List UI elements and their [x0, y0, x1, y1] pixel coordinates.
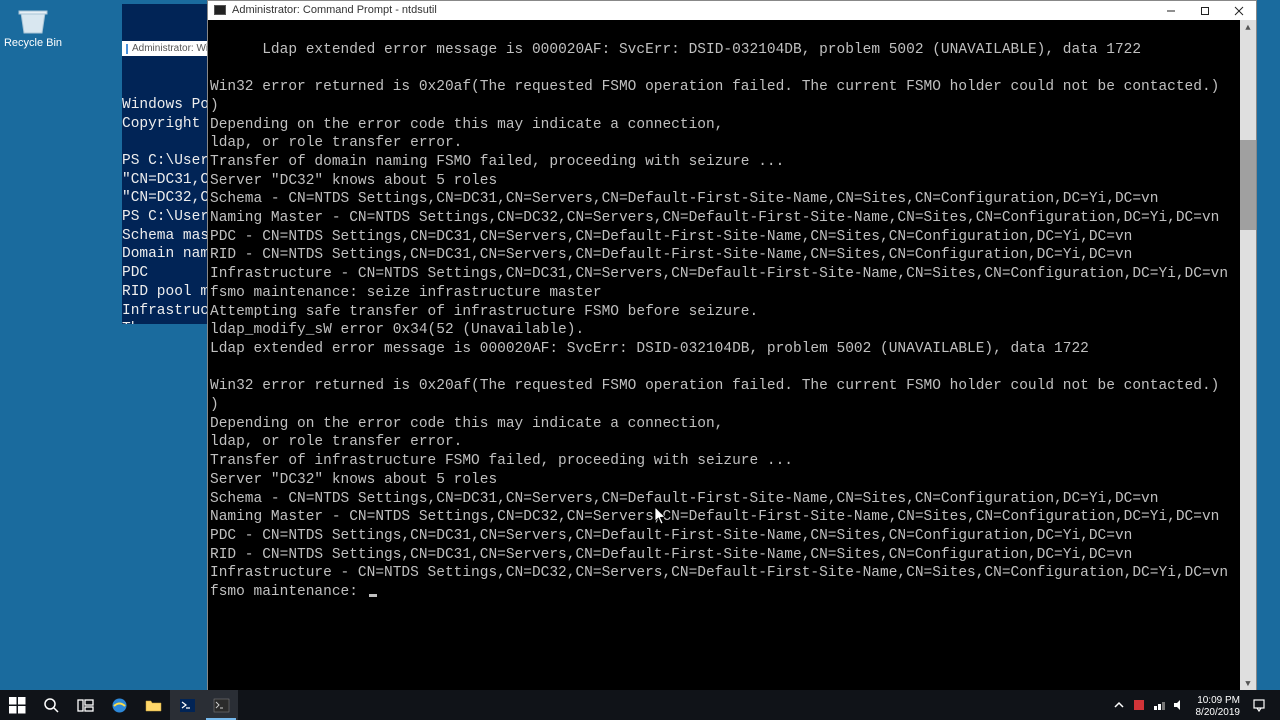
cmd-body[interactable]: Ldap extended error message is 000020AF:…: [208, 20, 1256, 692]
cmd-prompt: fsmo maintenance:: [210, 584, 367, 600]
taskbar-ie[interactable]: [102, 690, 136, 720]
scrollbar-thumb[interactable]: [1240, 140, 1256, 230]
powershell-icon: [126, 44, 128, 54]
cmd-title: Administrator: Command Prompt - ntdsutil: [232, 1, 437, 20]
cursor: [369, 594, 377, 597]
task-view-button[interactable]: [68, 690, 102, 720]
scrollbar-up-button[interactable]: ▲: [1240, 20, 1256, 36]
clock-time: 10:09 PM: [1196, 695, 1241, 707]
taskbar-explorer[interactable]: [136, 690, 170, 720]
start-button[interactable]: [0, 690, 34, 720]
powershell-body: Windows Po Copyright PS C:\User "CN=DC31…: [122, 94, 216, 324]
taskbar[interactable]: 10:09 PM 8/20/2019: [0, 690, 1280, 720]
cmd-window[interactable]: Administrator: Command Prompt - ntdsutil…: [207, 0, 1257, 693]
taskbar-powershell[interactable]: [170, 690, 204, 720]
close-button[interactable]: [1222, 1, 1256, 20]
recycle-bin-label: Recycle Bin: [3, 37, 63, 49]
clock[interactable]: 10:09 PM 8/20/2019: [1192, 692, 1247, 719]
powershell-titlebar[interactable]: Administrator: Win...: [122, 41, 216, 56]
minimize-button[interactable]: [1154, 1, 1188, 20]
clock-date: 8/20/2019: [1196, 707, 1241, 719]
powershell-window[interactable]: Administrator: Win... Windows Po Copyrig…: [122, 4, 216, 324]
recycle-bin[interactable]: Recycle Bin: [3, 3, 63, 49]
tray-network-icon[interactable]: [1152, 698, 1166, 712]
recycle-bin-icon: [13, 3, 53, 35]
tray-security-icon[interactable]: [1132, 698, 1146, 712]
notifications-icon[interactable]: [1252, 698, 1266, 712]
search-button[interactable]: [34, 690, 68, 720]
cmd-titlebar[interactable]: Administrator: Command Prompt - ntdsutil: [208, 1, 1256, 20]
maximize-button[interactable]: [1188, 1, 1222, 20]
taskbar-cmd[interactable]: [204, 690, 238, 720]
scrollbar-track[interactable]: ▲ ▼: [1240, 20, 1256, 692]
tray-chevron-icon[interactable]: [1112, 698, 1126, 712]
system-tray[interactable]: 10:09 PM 8/20/2019: [1112, 690, 1280, 720]
cmd-icon: [214, 5, 226, 15]
tray-volume-icon[interactable]: [1172, 698, 1186, 712]
desktop[interactable]: Recycle Bin Administrator: Win... Window…: [0, 0, 1280, 690]
powershell-title: Administrator: Win...: [132, 40, 216, 59]
